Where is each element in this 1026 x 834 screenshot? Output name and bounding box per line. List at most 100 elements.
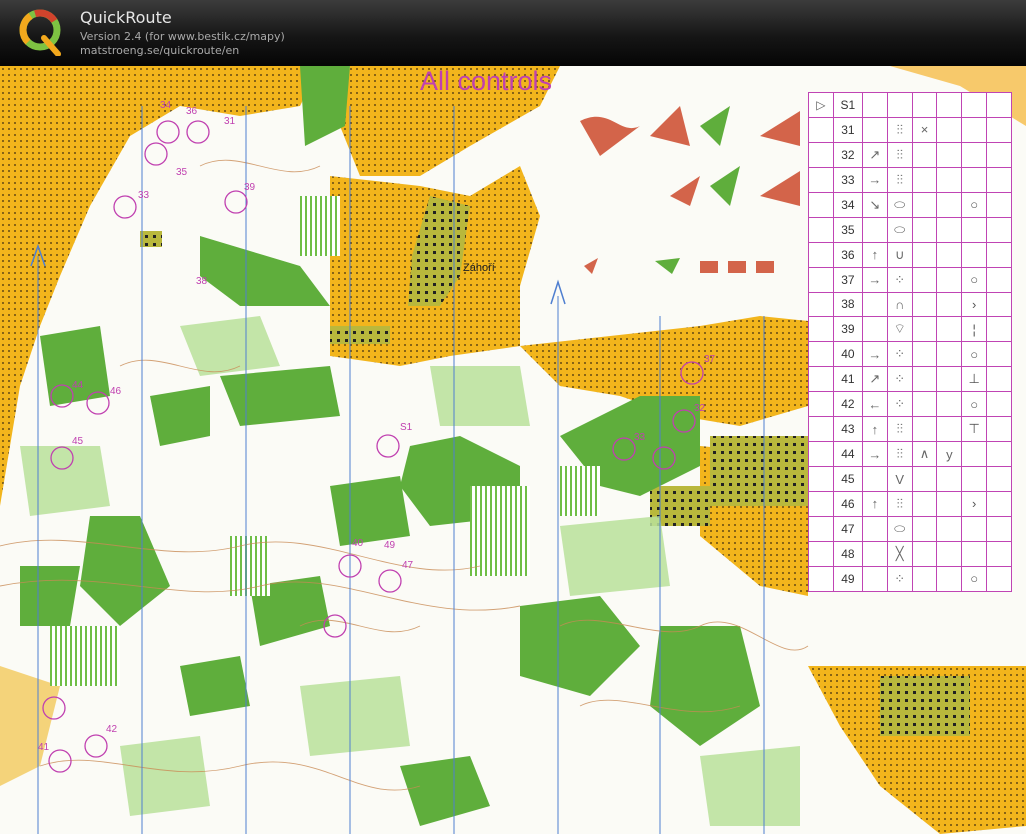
- row-number-cell: [808, 341, 834, 368]
- control-label: 46: [110, 386, 122, 397]
- empty-cell: [986, 416, 1012, 443]
- app-version: Version 2.4 (for www.bestik.cz/mapy): [80, 30, 285, 43]
- detail-cell: ›: [961, 491, 988, 517]
- empty-cell: [986, 491, 1012, 517]
- empty-cell: [986, 266, 1012, 293]
- extra2-cell: [936, 391, 963, 418]
- empty-cell: [986, 515, 1012, 542]
- feature-cell: ∪: [886, 241, 913, 268]
- feature-cell: ⫶⫶: [886, 441, 913, 468]
- detail-cell: ¦: [961, 316, 988, 343]
- row-number-cell: [808, 515, 834, 542]
- feature-cell: ⬭: [886, 515, 913, 542]
- extra-cell: [911, 191, 938, 218]
- empty-cell: [986, 391, 1012, 418]
- direction-cell: ↑: [861, 241, 888, 268]
- direction-cell: ↑: [861, 491, 888, 517]
- direction-cell: [861, 291, 888, 318]
- control-row: 38 ∩ ›: [808, 291, 1012, 318]
- direction-cell: [861, 540, 888, 567]
- extra-cell: ×: [911, 116, 938, 143]
- empty-cell: [986, 291, 1012, 318]
- control-label: 35: [176, 167, 188, 178]
- app-url[interactable]: matstroeng.se/quickroute/en: [80, 44, 239, 57]
- extra2-cell: [936, 241, 963, 268]
- empty-cell: [986, 366, 1012, 393]
- detail-cell: [961, 241, 988, 268]
- control-label: 42: [106, 724, 118, 735]
- extra-cell: [911, 366, 938, 393]
- control-label: 36: [186, 106, 198, 117]
- extra-cell: [911, 216, 938, 243]
- control-row: 37 → ⁘ ○: [808, 266, 1012, 293]
- extra2-cell: [936, 565, 963, 593]
- control-row: 48 ╳: [808, 540, 1012, 567]
- extra-cell: [911, 565, 938, 593]
- direction-cell: [861, 116, 888, 143]
- control-code: 42: [832, 391, 863, 418]
- direction-cell: [861, 466, 888, 492]
- control-label: 44: [72, 380, 84, 391]
- extra-cell: [911, 266, 938, 293]
- row-number-cell: [808, 241, 834, 268]
- control-row: 34 ↘ ⬭ ○: [808, 191, 1012, 218]
- direction-cell: ↘: [861, 191, 888, 218]
- extra-cell: [911, 341, 938, 368]
- control-row: 49 ⁘ ○: [808, 565, 1012, 593]
- row-number-cell: [808, 366, 834, 393]
- control-row: 31 ⫶⫶ ×: [808, 116, 1012, 143]
- start-label: S1: [400, 422, 413, 433]
- detail-cell: ⊤: [961, 416, 988, 443]
- row-number-cell: [808, 116, 834, 143]
- empty-cell: [986, 241, 1012, 268]
- row-number-cell: [808, 141, 834, 168]
- control-row: 45 V: [808, 466, 1012, 492]
- extra-cell: [911, 241, 938, 268]
- extra2-cell: [936, 216, 963, 243]
- control-row: 43 ↑ ⫶⫶ ⊤: [808, 416, 1012, 443]
- feature-cell: ⫶⫶: [886, 116, 913, 143]
- empty-cell: [986, 341, 1012, 368]
- extra2-cell: [936, 116, 963, 143]
- row-number-cell: [808, 466, 834, 492]
- control-label: 37: [704, 354, 716, 365]
- orienteering-map[interactable]: All controls Záhoří S1 34 31 36 35 33 39…: [0, 66, 1026, 834]
- extra-cell: [911, 466, 938, 492]
- empty-cell: [986, 141, 1012, 168]
- extra2-cell: [936, 491, 963, 517]
- direction-cell: [861, 316, 888, 343]
- control-code: 36: [832, 241, 863, 268]
- detail-cell: [961, 441, 988, 468]
- row-number-cell: [808, 441, 834, 468]
- feature-cell: ⁘: [886, 565, 913, 593]
- extra2-cell: [936, 291, 963, 318]
- feature-cell: ⬭: [886, 216, 913, 243]
- map-title: All controls: [420, 66, 553, 96]
- detail-cell: ○: [961, 341, 988, 368]
- direction-cell: ↑: [861, 416, 888, 443]
- control-code: 44: [832, 441, 863, 468]
- control-row: 41 ↗ ⁘ ⊥: [808, 366, 1012, 393]
- row-number-cell: [808, 191, 834, 218]
- extra2-cell: [936, 141, 963, 168]
- extra-cell: [911, 515, 938, 542]
- detail-cell: [961, 141, 988, 168]
- extra2-cell: [936, 416, 963, 443]
- row-number-cell: [808, 216, 834, 243]
- control-row: 36 ↑ ∪: [808, 241, 1012, 268]
- detail-cell: ○: [961, 266, 988, 293]
- direction-cell: →: [861, 166, 888, 193]
- extra-cell: [911, 540, 938, 567]
- extra2-cell: y: [936, 441, 963, 468]
- row-number-cell: [808, 316, 834, 343]
- direction-cell: [861, 565, 888, 593]
- control-code: 46: [832, 491, 863, 517]
- control-label: 41: [38, 742, 50, 753]
- control-code: 45: [832, 466, 863, 492]
- detail-cell: [961, 540, 988, 567]
- extra-cell: [911, 291, 938, 318]
- control-row: 46 ↑ ⫶⫶ ›: [808, 491, 1012, 517]
- extra2-cell: [936, 341, 963, 368]
- control-label: 39: [244, 182, 256, 193]
- feature-cell: ⬭: [886, 191, 913, 218]
